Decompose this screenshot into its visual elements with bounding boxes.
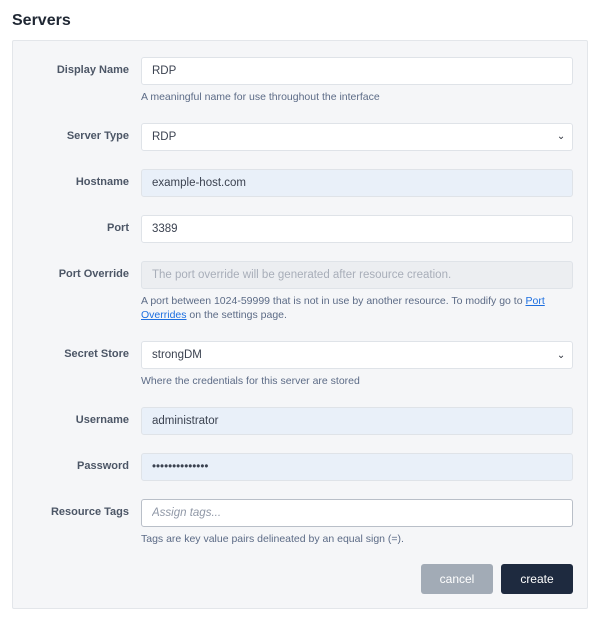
port-override-input <box>141 261 573 289</box>
cancel-button[interactable]: cancel <box>421 564 493 594</box>
page-title: Servers <box>12 12 588 30</box>
form-panel: Display Name A meaningful name for use t… <box>12 40 588 609</box>
hint-secret-store: Where the credentials for this server ar… <box>141 374 573 389</box>
hint-port-override: A port between 1024-59999 that is not in… <box>141 294 573 323</box>
label-server-type: Server Type <box>27 123 141 143</box>
label-resource-tags: Resource Tags <box>27 499 141 519</box>
hint-display-name: A meaningful name for use throughout the… <box>141 90 573 105</box>
password-input[interactable] <box>141 453 573 481</box>
row-port-override: Port Override A port between 1024-59999 … <box>27 261 573 323</box>
label-secret-store: Secret Store <box>27 341 141 361</box>
row-hostname: Hostname <box>27 169 573 197</box>
row-username: Username <box>27 407 573 435</box>
label-display-name: Display Name <box>27 57 141 77</box>
row-port: Port <box>27 215 573 243</box>
label-port: Port <box>27 215 141 235</box>
display-name-input[interactable] <box>141 57 573 85</box>
create-button[interactable]: create <box>501 564 573 594</box>
port-input[interactable] <box>141 215 573 243</box>
hint-port-override-post: on the settings page. <box>187 309 287 321</box>
resource-tags-input[interactable] <box>141 499 573 527</box>
row-display-name: Display Name A meaningful name for use t… <box>27 57 573 105</box>
secret-store-select[interactable]: strongDM <box>141 341 573 369</box>
row-password: Password <box>27 453 573 481</box>
button-row: cancel create <box>27 564 573 594</box>
hostname-input[interactable] <box>141 169 573 197</box>
label-hostname: Hostname <box>27 169 141 189</box>
label-username: Username <box>27 407 141 427</box>
username-input[interactable] <box>141 407 573 435</box>
hint-port-override-pre: A port between 1024-59999 that is not in… <box>141 295 525 307</box>
row-resource-tags: Resource Tags Tags are key value pairs d… <box>27 499 573 547</box>
label-password: Password <box>27 453 141 473</box>
hint-resource-tags: Tags are key value pairs delineated by a… <box>141 532 573 547</box>
row-server-type: Server Type RDP ⌄ <box>27 123 573 151</box>
row-secret-store: Secret Store strongDM ⌄ Where the creden… <box>27 341 573 389</box>
label-port-override: Port Override <box>27 261 141 281</box>
server-type-select[interactable]: RDP <box>141 123 573 151</box>
